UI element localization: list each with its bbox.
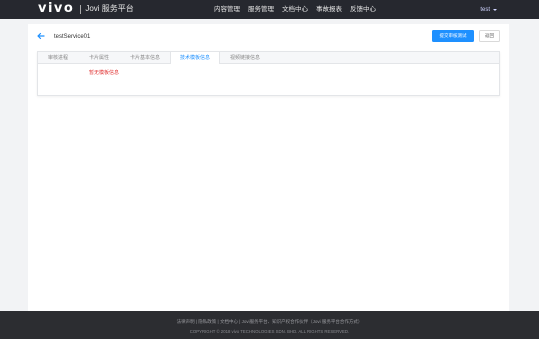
copyright-text: COPYRIGHT © 2018 vivo TECHNOLOGIES SDN. … [189, 329, 350, 334]
platform-name: Jovi 服务平台 [85, 4, 134, 13]
page-footer: 法律声明 | 隐私政策 | 文档中心 | Jovi服务平台、知识产权合作伙伴（J… [0, 311, 539, 339]
nav-item-content[interactable]: 内容管理 [214, 0, 240, 19]
vivo-logo: vivo [38, 1, 75, 16]
tab-tech-template-info[interactable]: 技术模板信息 [170, 52, 220, 64]
nav-item-service[interactable]: 服务管理 [248, 0, 274, 19]
logo-divider [80, 4, 82, 14]
tab-card-attributes[interactable]: 卡片属性 [78, 52, 120, 64]
page-title: testService01 [54, 34, 91, 40]
main-card: testService01 提交审核测试 返回 审核进程 卡片属性 卡片基本信息… [28, 24, 509, 311]
nav-item-docs[interactable]: 文档中心 [282, 0, 308, 19]
tab-review-progress[interactable]: 审核进程 [38, 52, 78, 64]
empty-template-warning: 暂无模板信息 [89, 70, 120, 76]
back-arrow-icon[interactable] [36, 31, 46, 41]
tab-panel: 审核进程 卡片属性 卡片基本信息 技术模板信息 视频链接信息 暂无模板信息 [37, 51, 500, 96]
tab-bar: 审核进程 卡片属性 卡片基本信息 技术模板信息 视频链接信息 [38, 52, 499, 64]
user-menu[interactable]: test [480, 0, 497, 19]
tab-video-link-info[interactable]: 视频链接信息 [220, 52, 270, 64]
submit-review-button[interactable]: 提交审核测试 [432, 30, 474, 42]
nav-item-feedback[interactable]: 反馈中心 [350, 0, 376, 19]
top-navigation-bar: vivo Jovi 服务平台 内容管理 服务管理 文档中心 事故报表 反馈中心 … [0, 0, 539, 19]
tab-card-basic-info[interactable]: 卡片基本信息 [120, 52, 170, 64]
footer-links[interactable]: 法律声明 | 隐私政策 | 文档中心 | Jovi服务平台、知识产权合作伙伴（J… [0, 319, 539, 325]
return-button[interactable]: 返回 [479, 30, 500, 42]
chevron-down-icon [493, 8, 497, 11]
nav-item-reports[interactable]: 事故报表 [316, 0, 342, 19]
brand-logo[interactable]: vivo Jovi 服务平台 [38, 2, 134, 16]
user-name: test [480, 6, 490, 13]
main-nav: 内容管理 服务管理 文档中心 事故报表 反馈中心 [214, 0, 384, 19]
